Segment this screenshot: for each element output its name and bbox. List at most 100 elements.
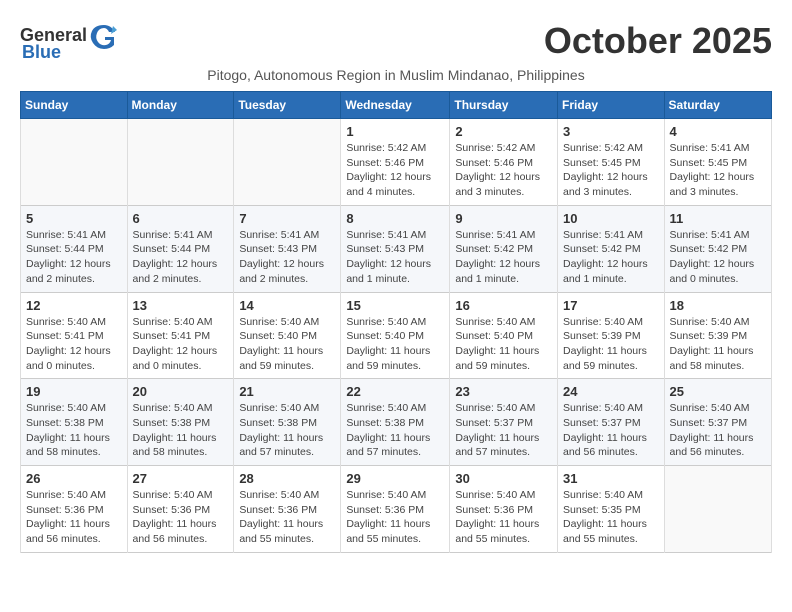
logo: General Blue	[20, 20, 119, 63]
day-number: 9	[455, 211, 552, 226]
day-info: Sunrise: 5:42 AM Sunset: 5:46 PM Dayligh…	[346, 141, 444, 200]
day-info: Sunrise: 5:40 AM Sunset: 5:37 PM Dayligh…	[455, 401, 552, 460]
day-number: 12	[26, 298, 122, 313]
cell-w3-d1: 12 Sunrise: 5:40 AM Sunset: 5:41 PM Dayli…	[21, 292, 128, 379]
cell-w2-d6: 10Sunrise: 5:41 AM Sunset: 5:42 PM Dayli…	[558, 205, 665, 292]
day-number: 4	[670, 124, 766, 139]
header-tuesday: Tuesday	[234, 92, 341, 119]
cell-w3-d4: 15 Sunrise: 5:40 AM Sunset: 5:40 PM Dayli…	[341, 292, 450, 379]
day-info: Sunrise: 5:41 AM Sunset: 5:43 PM Dayligh…	[239, 228, 335, 287]
day-info: Sunrise: 5:40 AM Sunset: 5:40 PM Dayligh…	[239, 315, 335, 374]
calendar-table: Sunday Monday Tuesday Wednesday Thursday…	[20, 91, 772, 553]
cell-w4-d1: 19 Sunrise: 5:40 AM Sunset: 5:38 PM Dayli…	[21, 379, 128, 466]
header-row: Sunday Monday Tuesday Wednesday Thursday…	[21, 92, 772, 119]
day-number: 26	[26, 471, 122, 486]
cell-w1-d2	[127, 119, 234, 206]
cell-w4-d6: 24 Sunrise: 5:40 AM Sunset: 5:37 PM Dayli…	[558, 379, 665, 466]
day-number: 22	[346, 384, 444, 399]
day-number: 30	[455, 471, 552, 486]
cell-w5-d7	[664, 466, 771, 553]
cell-w5-d4: 29Sunrise: 5:40 AM Sunset: 5:36 PM Dayli…	[341, 466, 450, 553]
cell-w4-d2: 20Sunrise: 5:40 AM Sunset: 5:38 PM Dayli…	[127, 379, 234, 466]
day-number: 27	[133, 471, 229, 486]
day-info: Sunrise: 5:40 AM Sunset: 5:35 PM Dayligh…	[563, 488, 659, 547]
cell-w5-d2: 27 Sunrise: 5:40 AM Sunset: 5:36 PM Dayli…	[127, 466, 234, 553]
cell-w1-d7: 4 Sunrise: 5:41 AM Sunset: 5:45 PM Daylig…	[664, 119, 771, 206]
cell-w1-d6: 3 Sunrise: 5:42 AM Sunset: 5:45 PM Daylig…	[558, 119, 665, 206]
cell-w3-d6: 17 Sunrise: 5:40 AM Sunset: 5:39 PM Dayli…	[558, 292, 665, 379]
cell-w2-d3: 7Sunrise: 5:41 AM Sunset: 5:43 PM Daylig…	[234, 205, 341, 292]
day-number: 21	[239, 384, 335, 399]
cell-w1-d1	[21, 119, 128, 206]
day-number: 19	[26, 384, 122, 399]
day-info: Sunrise: 5:40 AM Sunset: 5:39 PM Dayligh…	[563, 315, 659, 374]
header-thursday: Thursday	[450, 92, 558, 119]
day-info: Sunrise: 5:40 AM Sunset: 5:38 PM Dayligh…	[26, 401, 122, 460]
day-info: Sunrise: 5:41 AM Sunset: 5:44 PM Dayligh…	[26, 228, 122, 287]
day-number: 11	[670, 211, 766, 226]
cell-w5-d1: 26 Sunrise: 5:40 AM Sunset: 5:36 PM Dayli…	[21, 466, 128, 553]
day-number: 13	[133, 298, 229, 313]
day-number: 17	[563, 298, 659, 313]
day-info: Sunrise: 5:42 AM Sunset: 5:45 PM Dayligh…	[563, 141, 659, 200]
cell-w4-d5: 23Sunrise: 5:40 AM Sunset: 5:37 PM Dayli…	[450, 379, 558, 466]
day-info: Sunrise: 5:42 AM Sunset: 5:46 PM Dayligh…	[455, 141, 552, 200]
day-number: 28	[239, 471, 335, 486]
day-info: Sunrise: 5:40 AM Sunset: 5:38 PM Dayligh…	[239, 401, 335, 460]
header-friday: Friday	[558, 92, 665, 119]
week-row-2: 5 Sunrise: 5:41 AM Sunset: 5:44 PM Daylig…	[21, 205, 772, 292]
day-number: 16	[455, 298, 552, 313]
day-info: Sunrise: 5:40 AM Sunset: 5:37 PM Dayligh…	[563, 401, 659, 460]
header-sunday: Sunday	[21, 92, 128, 119]
cell-w3-d5: 16 Sunrise: 5:40 AM Sunset: 5:40 PM Dayli…	[450, 292, 558, 379]
day-info: Sunrise: 5:40 AM Sunset: 5:36 PM Dayligh…	[239, 488, 335, 547]
day-number: 5	[26, 211, 122, 226]
day-info: Sunrise: 5:40 AM Sunset: 5:40 PM Dayligh…	[346, 315, 444, 374]
day-info: Sunrise: 5:41 AM Sunset: 5:43 PM Dayligh…	[346, 228, 444, 287]
day-info: Sunrise: 5:40 AM Sunset: 5:36 PM Dayligh…	[455, 488, 552, 547]
week-row-3: 12 Sunrise: 5:40 AM Sunset: 5:41 PM Dayli…	[21, 292, 772, 379]
day-number: 31	[563, 471, 659, 486]
day-number: 3	[563, 124, 659, 139]
day-number: 14	[239, 298, 335, 313]
cell-w2-d1: 5 Sunrise: 5:41 AM Sunset: 5:44 PM Daylig…	[21, 205, 128, 292]
day-number: 8	[346, 211, 444, 226]
cell-w1-d3	[234, 119, 341, 206]
day-info: Sunrise: 5:40 AM Sunset: 5:36 PM Dayligh…	[26, 488, 122, 547]
day-number: 1	[346, 124, 444, 139]
cell-w3-d2: 13 Sunrise: 5:40 AM Sunset: 5:41 PM Dayli…	[127, 292, 234, 379]
day-number: 6	[133, 211, 229, 226]
day-number: 15	[346, 298, 444, 313]
day-info: Sunrise: 5:40 AM Sunset: 5:41 PM Dayligh…	[26, 315, 122, 374]
week-row-5: 26 Sunrise: 5:40 AM Sunset: 5:36 PM Dayli…	[21, 466, 772, 553]
logo-icon	[89, 20, 119, 50]
day-info: Sunrise: 5:40 AM Sunset: 5:38 PM Dayligh…	[346, 401, 444, 460]
cell-w1-d5: 2Sunrise: 5:42 AM Sunset: 5:46 PM Daylig…	[450, 119, 558, 206]
day-number: 29	[346, 471, 444, 486]
page-header: General Blue October 2025	[20, 20, 772, 63]
day-number: 10	[563, 211, 659, 226]
subtitle: Pitogo, Autonomous Region in Muslim Mind…	[20, 67, 772, 83]
cell-w5-d5: 30 Sunrise: 5:40 AM Sunset: 5:36 PM Dayli…	[450, 466, 558, 553]
day-info: Sunrise: 5:41 AM Sunset: 5:42 PM Dayligh…	[455, 228, 552, 287]
day-info: Sunrise: 5:40 AM Sunset: 5:37 PM Dayligh…	[670, 401, 766, 460]
day-number: 20	[133, 384, 229, 399]
header-monday: Monday	[127, 92, 234, 119]
cell-w3-d7: 18Sunrise: 5:40 AM Sunset: 5:39 PM Dayli…	[664, 292, 771, 379]
day-number: 25	[670, 384, 766, 399]
week-row-4: 19 Sunrise: 5:40 AM Sunset: 5:38 PM Dayli…	[21, 379, 772, 466]
logo-blue: Blue	[22, 42, 61, 63]
day-number: 24	[563, 384, 659, 399]
header-saturday: Saturday	[664, 92, 771, 119]
month-title: October 2025	[544, 20, 772, 62]
day-info: Sunrise: 5:41 AM Sunset: 5:42 PM Dayligh…	[670, 228, 766, 287]
day-info: Sunrise: 5:41 AM Sunset: 5:45 PM Dayligh…	[670, 141, 766, 200]
day-info: Sunrise: 5:40 AM Sunset: 5:36 PM Dayligh…	[133, 488, 229, 547]
day-info: Sunrise: 5:40 AM Sunset: 5:41 PM Dayligh…	[133, 315, 229, 374]
cell-w3-d3: 14 Sunrise: 5:40 AM Sunset: 5:40 PM Dayli…	[234, 292, 341, 379]
cell-w5-d6: 31 Sunrise: 5:40 AM Sunset: 5:35 PM Dayli…	[558, 466, 665, 553]
cell-w2-d4: 8 Sunrise: 5:41 AM Sunset: 5:43 PM Daylig…	[341, 205, 450, 292]
cell-w4-d3: 21 Sunrise: 5:40 AM Sunset: 5:38 PM Dayli…	[234, 379, 341, 466]
cell-w1-d4: 1 Sunrise: 5:42 AM Sunset: 5:46 PM Daylig…	[341, 119, 450, 206]
day-info: Sunrise: 5:40 AM Sunset: 5:40 PM Dayligh…	[455, 315, 552, 374]
